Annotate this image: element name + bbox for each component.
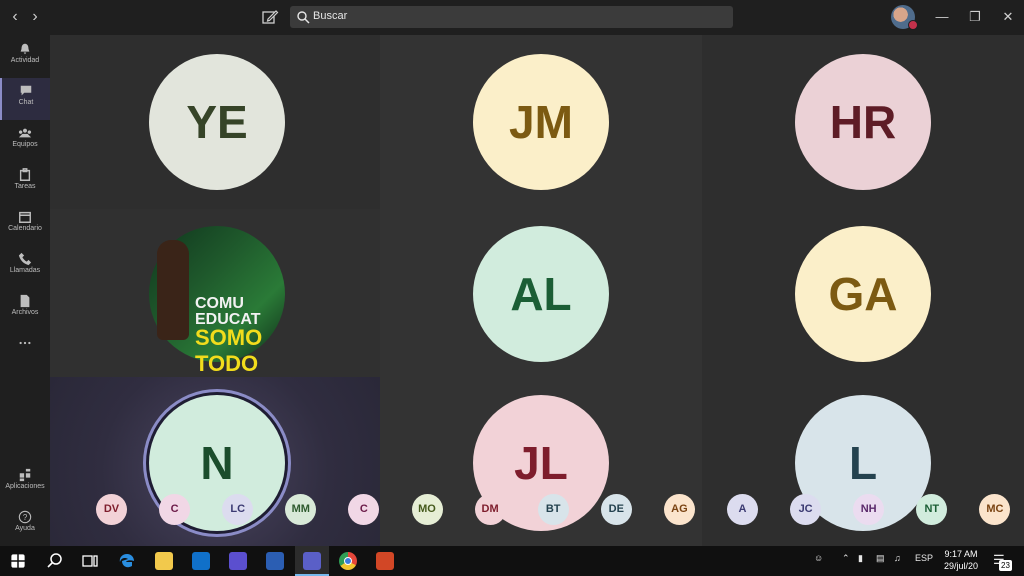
video-grid: YE JM HR COMU EDUCAT SOMO TODO AL GA N JL L [50,35,1024,546]
powerpoint-icon[interactable] [376,552,394,570]
svg-text:?: ? [23,513,28,522]
overflow-participant-avatar[interactable]: DV [96,494,127,525]
overflow-participant-avatar[interactable]: DM [474,494,506,525]
sidebar-item-chat[interactable]: Chat [0,78,50,120]
participant-tile[interactable]: YE [50,35,380,209]
participant-tile[interactable]: JM [380,35,702,209]
participant-tile[interactable]: GA [702,209,1024,377]
sidebar-item-equipos[interactable]: Equipos [0,120,50,162]
person-silhouette [157,240,189,340]
search-icon[interactable] [46,552,64,570]
participant-tile[interactable]: HR [702,35,1024,209]
participant-avatar: YE [149,54,285,190]
outlook-icon[interactable] [192,552,210,570]
compose-icon[interactable] [261,8,279,26]
edge-icon[interactable] [118,552,136,570]
participant-tile[interactable]: COMU EDUCAT SOMO TODO [50,209,380,377]
search-icon [297,11,310,24]
clock-time[interactable]: 9:17 AM [940,549,982,559]
assignments-icon [19,168,31,181]
chevron-right-icon[interactable]: › [26,8,44,26]
participant-avatar: AL [473,226,609,362]
teams-icon[interactable] [303,552,321,570]
overflow-participant-avatar[interactable]: NH [853,494,885,525]
overflow-participant-avatar[interactable]: JC [790,494,822,525]
sidebar-item-tareas[interactable]: Tareas [0,162,50,204]
participant-avatar: GA [795,226,931,362]
phone-icon [18,252,32,266]
volume-icon[interactable]: ♫ [894,553,901,563]
participant-photo-avatar: COMU EDUCAT SOMO TODO [149,226,285,376]
status-dot [908,20,918,30]
overflow-participant-avatar[interactable]: NT [916,494,948,525]
overflow-participant-avatar[interactable]: C [348,494,380,525]
overflow-participant-avatar[interactable]: LC [222,494,254,525]
chat-icon [20,85,32,96]
battery-icon[interactable]: ▮ [858,553,863,564]
notification-count: 23 [999,560,1012,571]
network-icon[interactable]: ▤ [876,553,885,564]
overflow-participant-avatar[interactable]: BT [537,494,569,525]
sidebar-item-label: Tareas [14,183,36,190]
restore-icon[interactable]: ❐ [965,7,985,27]
windows-taskbar: ☺ ⌃ ▮ ▤ ♫ ESP 9:17 AM 29/jul/20 ☰ 23 [0,546,1024,576]
sidebar-item-label: Ayuda [15,525,35,532]
chrome-icon[interactable] [339,552,357,570]
overflow-participant-avatar[interactable]: MM [285,494,317,525]
sidebar-item-archivos[interactable]: Archivos [0,288,50,330]
app-bar: Actividad Chat Equipos Tareas Calendario Llam… [0,35,50,546]
sidebar-item-label: Chat [18,99,34,106]
sidebar-item-label: Llamadas [9,267,41,274]
chevron-up-icon[interactable]: ⌃ [842,553,850,564]
photo-text: TODO [195,351,259,376]
sidebar-item-label: Actividad [10,57,40,64]
overflow-participant-avatar[interactable]: MO [411,494,443,525]
chevron-left-icon[interactable]: ‹ [6,8,24,26]
apps-icon [19,468,31,482]
participant-avatar: JM [473,54,609,190]
close-icon[interactable]: ✕ [998,7,1018,27]
teams-icon [18,128,32,138]
overflow-participant-avatar[interactable]: A [727,494,758,525]
help-icon: ? [18,510,32,524]
files-icon [20,294,30,308]
windows-start-icon[interactable] [11,554,25,568]
sidebar-item-llamadas[interactable]: Llamadas [0,246,50,288]
bell-icon [20,43,30,55]
word-icon[interactable] [266,552,284,570]
participant-avatar: HR [795,54,931,190]
search-input[interactable]: Buscar [290,6,733,28]
sidebar-item-label: Equipos [12,141,38,148]
overflow-participant-avatar[interactable]: AG [663,494,695,525]
sidebar-item-label: Aplicaciones [5,483,45,490]
sidebar-item-ayuda[interactable]: ? Ayuda [0,504,50,546]
sidebar-item-label: Calendario [8,225,42,232]
overflow-participants: DV C LC MM C MO DM BT DE AG A JC NH NT MC [50,494,1024,526]
minimize-icon[interactable]: — [932,7,952,27]
file-explorer-icon[interactable] [155,552,173,570]
people-icon[interactable]: ☺ [814,553,823,563]
sidebar-item-more[interactable] [0,330,50,372]
overflow-participant-avatar[interactable]: C [159,494,191,525]
sidebar-item-actividad[interactable]: Actividad [0,36,50,78]
overflow-participant-avatar[interactable]: MC [979,494,1011,525]
chat-app-icon[interactable] [229,552,247,570]
calendar-icon [19,211,31,223]
clock-date[interactable]: 29/jul/20 [940,561,982,571]
task-view-icon[interactable] [81,552,99,570]
title-bar: ‹ › Buscar — ❐ ✕ [0,0,1024,35]
search-placeholder: Buscar [313,10,348,22]
sidebar-item-aplicaciones[interactable]: Aplicaciones [0,462,50,504]
sidebar-item-calendario[interactable]: Calendario [0,204,50,246]
sidebar-item-label: Archivos [11,309,39,316]
language-indicator[interactable]: ESP [915,553,933,563]
more-icon [19,341,31,345]
overflow-participant-avatar[interactable]: DE [600,494,632,525]
participant-tile[interactable]: AL [380,209,702,377]
